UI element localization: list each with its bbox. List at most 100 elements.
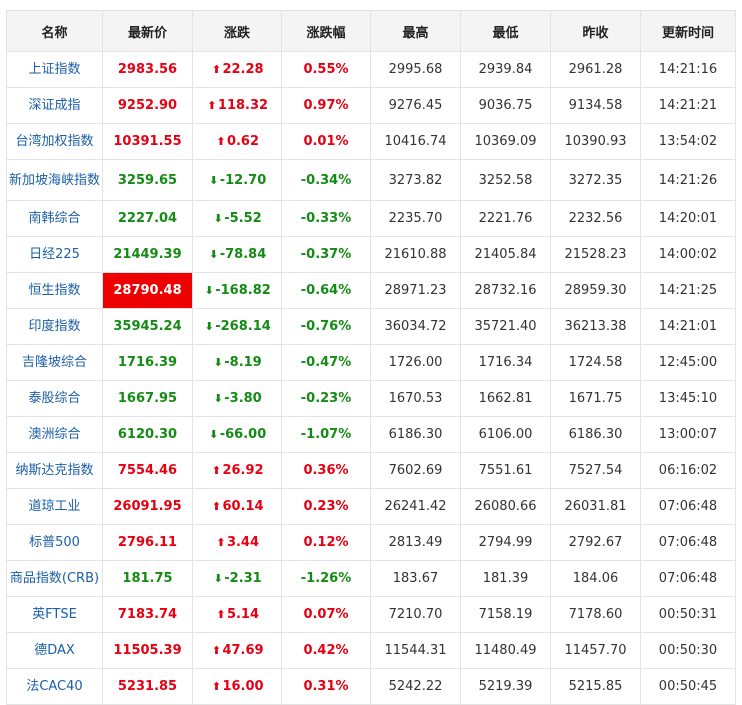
high-value: 2235.70 <box>370 200 461 237</box>
low-value: 21405.84 <box>460 236 551 273</box>
change-cell: ⬇-78.84 <box>192 236 282 273</box>
table-row[interactable]: 台湾加权指数 10391.55 ⬆0.62 0.01% 10416.74 10369.09… <box>6 123 736 160</box>
table-row[interactable]: 澳洲综合 6120.30 ⬇-66.00 -1.07% 6186.30 6106.00 61… <box>6 416 736 453</box>
change-percent: 0.55% <box>281 51 371 88</box>
change-value: 3.44 <box>226 535 260 550</box>
index-name-link[interactable]: 南韩综合 <box>6 200 103 237</box>
index-name-link[interactable]: 新加坡海峡指数 <box>6 159 103 201</box>
change-cell: ⬇-12.70 <box>192 159 282 201</box>
low-value: 5219.39 <box>460 668 551 705</box>
low-value: 2221.76 <box>460 200 551 237</box>
low-value: 2939.84 <box>460 51 551 88</box>
table-row[interactable]: 上证指数 2983.56 ⬆22.28 0.55% 2995.68 2939.84 2961… <box>6 51 736 88</box>
index-name-link[interactable]: 印度指数 <box>6 308 103 345</box>
prev-close-value: 7527.54 <box>550 452 641 489</box>
header-low[interactable]: 最低 <box>460 10 551 52</box>
header-high[interactable]: 最高 <box>370 10 461 52</box>
arrow-up-icon: ⬆ <box>211 500 222 513</box>
index-name-link[interactable]: 英FTSE <box>6 596 103 633</box>
change-cell: ⬆118.32 <box>192 87 282 124</box>
index-name-link[interactable]: 深证成指 <box>6 87 103 124</box>
change-percent: 0.31% <box>281 668 371 705</box>
change-value: -12.70 <box>219 172 267 188</box>
header-prev-close[interactable]: 昨收 <box>550 10 641 52</box>
change-value: -66.00 <box>219 427 267 442</box>
prev-close-value: 5215.85 <box>550 668 641 705</box>
latest-price: 9252.90 <box>102 87 193 124</box>
table-row[interactable]: 吉隆坡综合 1716.39 ⬇-8.19 -0.47% 1726.00 1716.34 17… <box>6 344 736 381</box>
header-latest[interactable]: 最新价 <box>102 10 193 52</box>
latest-price: 7554.46 <box>102 452 193 489</box>
prev-close-value: 36213.38 <box>550 308 641 345</box>
low-value: 26080.66 <box>460 488 551 525</box>
latest-price: 1716.39 <box>102 344 193 381</box>
index-name-link[interactable]: 上证指数 <box>6 51 103 88</box>
change-cell: ⬇-66.00 <box>192 416 282 453</box>
change-percent: 0.97% <box>281 87 371 124</box>
index-name-link[interactable]: 商品指数(CRB) <box>6 560 103 597</box>
latest-price: 6120.30 <box>102 416 193 453</box>
prev-close-value: 9134.58 <box>550 87 641 124</box>
table-row[interactable]: 南韩综合 2227.04 ⬇-5.52 -0.33% 2235.70 2221.76 223… <box>6 200 736 237</box>
change-percent: -0.47% <box>281 344 371 381</box>
header-change-pct[interactable]: 涨跌幅 <box>281 10 371 52</box>
table-row[interactable]: 泰股综合 1667.95 ⬇-3.80 -0.23% 1670.53 1662.81 167… <box>6 380 736 417</box>
low-value: 35721.40 <box>460 308 551 345</box>
change-percent: 0.01% <box>281 123 371 160</box>
update-time-value: 14:21:21 <box>640 87 736 124</box>
arrow-up-icon: ⬆ <box>216 536 226 549</box>
index-name-link[interactable]: 恒生指数 <box>6 272 103 309</box>
update-time-value: 00:50:31 <box>640 596 736 633</box>
low-value: 2794.99 <box>460 524 551 561</box>
latest-price: 10391.55 <box>102 123 193 160</box>
header-change[interactable]: 涨跌 <box>192 10 282 52</box>
index-name-link[interactable]: 泰股综合 <box>6 380 103 417</box>
change-cell: ⬇-268.14 <box>192 308 282 345</box>
table-row[interactable]: 商品指数(CRB) 181.75 ⬇-2.31 -1.26% 183.67 181.39 1… <box>6 560 736 597</box>
arrow-down-icon: ⬇ <box>209 173 219 187</box>
index-name-link[interactable]: 日经225 <box>6 236 103 273</box>
table-row[interactable]: 英FTSE 7183.74 ⬆5.14 0.07% 7210.70 7158.19 7178… <box>6 596 736 633</box>
table-row[interactable]: 道琼工业 26091.95 ⬆60.14 0.23% 26241.42 26080.66 2… <box>6 488 736 525</box>
update-time-value: 06:16:02 <box>640 452 736 489</box>
change-value: 0.62 <box>226 134 260 149</box>
high-value: 7602.69 <box>370 452 461 489</box>
table-row[interactable]: 德DAX 11505.39 ⬆47.69 0.42% 11544.31 11480.49 1… <box>6 632 736 669</box>
table-row[interactable]: 恒生指数 28790.48 ⬇-168.82 -0.64% 28971.23 28732.… <box>6 272 736 309</box>
change-value: -78.84 <box>219 247 267 262</box>
change-cell: ⬇-5.52 <box>192 200 282 237</box>
high-value: 1670.53 <box>370 380 461 417</box>
change-percent: 0.42% <box>281 632 371 669</box>
table-row[interactable]: 新加坡海峡指数 3259.65 ⬇-12.70 -0.34% 3273.82 3252.5… <box>6 159 736 201</box>
index-name-link[interactable]: 吉隆坡综合 <box>6 344 103 381</box>
high-value: 21610.88 <box>370 236 461 273</box>
index-name-link[interactable]: 纳斯达克指数 <box>6 452 103 489</box>
change-percent: 0.07% <box>281 596 371 633</box>
index-name-link[interactable]: 德DAX <box>6 632 103 669</box>
update-time-value: 12:45:00 <box>640 344 736 381</box>
latest-price: 2796.11 <box>102 524 193 561</box>
update-time-value: 13:45:10 <box>640 380 736 417</box>
prev-close-value: 3272.35 <box>550 159 641 201</box>
table-row[interactable]: 深证成指 9252.90 ⬆118.32 0.97% 9276.45 9036.75 913… <box>6 87 736 124</box>
index-name-link[interactable]: 道琼工业 <box>6 488 103 525</box>
index-name-link[interactable]: 标普500 <box>6 524 103 561</box>
high-value: 28971.23 <box>370 272 461 309</box>
arrow-down-icon: ⬇ <box>213 572 223 585</box>
index-name-link[interactable]: 澳洲综合 <box>6 416 103 453</box>
prev-close-value: 2232.56 <box>550 200 641 237</box>
high-value: 9276.45 <box>370 87 461 124</box>
latest-price: 11505.39 <box>102 632 193 669</box>
header-update-time[interactable]: 更新时间 <box>640 10 736 52</box>
table-row[interactable]: 印度指数 35945.24 ⬇-268.14 -0.76% 36034.72 35721.… <box>6 308 736 345</box>
arrow-up-icon: ⬆ <box>211 680 222 693</box>
table-row[interactable]: 日经225 21449.39 ⬇-78.84 -0.37% 21610.88 21405.… <box>6 236 736 273</box>
header-name[interactable]: 名称 <box>6 10 103 52</box>
update-time-value: 14:21:26 <box>640 159 736 201</box>
prev-close-value: 2961.28 <box>550 51 641 88</box>
index-name-link[interactable]: 法CAC40 <box>6 668 103 705</box>
table-row[interactable]: 纳斯达克指数 7554.46 ⬆26.92 0.36% 7602.69 7551.61 75… <box>6 452 736 489</box>
index-name-link[interactable]: 台湾加权指数 <box>6 123 103 160</box>
table-row[interactable]: 标普500 2796.11 ⬆3.44 0.12% 2813.49 2794.99 2792… <box>6 524 736 561</box>
table-row[interactable]: 法CAC40 5231.85 ⬆16.00 0.31% 5242.22 5219.39 52… <box>6 668 736 705</box>
